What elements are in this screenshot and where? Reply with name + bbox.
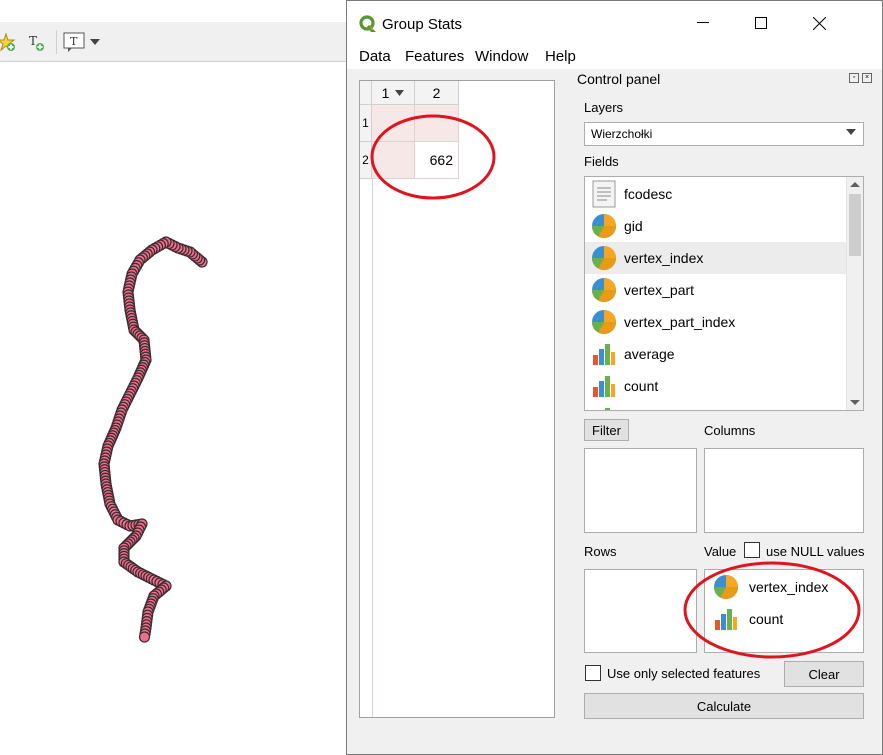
- title-bar: Group Stats: [347, 1, 882, 45]
- minimize-button[interactable]: [674, 1, 732, 45]
- menu-features[interactable]: Features: [405, 48, 464, 65]
- list-item-partial[interactable]: [585, 402, 847, 410]
- list-item[interactable]: gid: [585, 210, 847, 242]
- use-null-label: use NULL values: [766, 544, 865, 559]
- column-header-2[interactable]: 2: [415, 81, 459, 105]
- fields-label: Fields: [584, 154, 619, 169]
- fields-scrollbar[interactable]: [846, 177, 863, 410]
- bar-field-icon: [588, 370, 620, 402]
- svg-text:T: T: [29, 34, 37, 48]
- bar-field-icon: [588, 338, 620, 370]
- list-item[interactable]: count: [710, 603, 783, 635]
- bar-field-icon: [710, 603, 742, 635]
- value-drop-area[interactable]: vertex_index count: [704, 569, 864, 653]
- field-name: vertex_part: [624, 282, 695, 298]
- scroll-down-icon[interactable]: [850, 400, 860, 405]
- add-text-annotation-icon[interactable]: T: [24, 30, 48, 54]
- vertex-point: [138, 631, 151, 643]
- results-table[interactable]: 1 2 1 2 662: [359, 80, 555, 718]
- columns-drop-area[interactable]: [704, 448, 864, 533]
- field-name: vertex_part_index: [624, 314, 736, 330]
- rows-drop-area[interactable]: [584, 569, 697, 653]
- table-cell[interactable]: [415, 105, 459, 142]
- pie-field-icon: [588, 306, 620, 338]
- selected-only-label: Use only selected features: [607, 666, 761, 681]
- map-toolbar: T T: [0, 22, 350, 62]
- list-item[interactable]: vertex_index: [710, 571, 828, 603]
- add-feature-icon[interactable]: [0, 30, 18, 54]
- vertex-points-layer: [98, 236, 208, 643]
- rows-label: Rows: [584, 544, 617, 559]
- scroll-up-icon[interactable]: [850, 182, 860, 187]
- row-header-2[interactable]: 2: [360, 142, 372, 179]
- map-canvas[interactable]: [0, 62, 350, 755]
- field-name: vertex_index: [624, 250, 704, 266]
- close-icon: [812, 16, 826, 30]
- list-item-selected[interactable]: vertex_index: [585, 242, 847, 274]
- scrollbar-thumb[interactable]: [849, 194, 861, 256]
- columns-label: Columns: [704, 423, 756, 438]
- control-panel-title: Control panel: [577, 71, 661, 87]
- pie-field-icon: [588, 210, 620, 242]
- value-label: Value: [704, 544, 737, 559]
- qgis-logo-icon: [359, 15, 377, 36]
- list-item[interactable]: vertex_part: [585, 274, 847, 306]
- maximize-button[interactable]: [732, 1, 790, 45]
- list-item[interactable]: count: [585, 370, 847, 402]
- pie-field-icon: [710, 571, 742, 603]
- svg-text:T: T: [70, 35, 78, 48]
- pie-field-icon: [588, 242, 620, 274]
- menu-help[interactable]: Help: [545, 48, 576, 65]
- column-header-1[interactable]: 1: [372, 81, 415, 105]
- table-corner: [360, 81, 372, 105]
- chevron-down-icon: [846, 129, 856, 135]
- bar-field-icon: [588, 402, 620, 410]
- list-item[interactable]: vertex_part_index: [585, 306, 847, 338]
- text-label-icon[interactable]: T: [62, 30, 86, 54]
- field-name: fcodesc: [624, 186, 673, 202]
- close-button[interactable]: [790, 1, 848, 45]
- fields-list[interactable]: fcodesc gid vertex_index vertex_part ver…: [584, 176, 864, 411]
- list-item[interactable]: average: [585, 338, 847, 370]
- calculate-button[interactable]: Calculate: [584, 693, 864, 719]
- value-field-name: count: [749, 611, 784, 627]
- list-item[interactable]: fcodesc: [585, 178, 847, 210]
- field-name: count: [624, 378, 659, 394]
- value-field-name: vertex_index: [749, 579, 829, 595]
- text-field-icon: [588, 178, 620, 210]
- layers-dropdown-value: Wierzchołki: [591, 127, 653, 141]
- table-cell[interactable]: [372, 142, 415, 179]
- clear-button[interactable]: Clear: [784, 661, 864, 687]
- field-name: gid: [624, 218, 643, 234]
- chevron-down-icon[interactable]: [88, 30, 102, 54]
- sort-arrow-icon: [395, 89, 405, 96]
- row-header-1[interactable]: 1: [360, 105, 372, 142]
- pie-field-icon: [588, 274, 620, 306]
- close-panel-icon[interactable]: ×: [862, 73, 872, 83]
- table-cell[interactable]: [372, 105, 415, 142]
- table-cell-count-value[interactable]: 662: [415, 142, 459, 179]
- use-null-checkbox[interactable]: [744, 542, 760, 558]
- menu-window[interactable]: Window: [475, 48, 528, 65]
- filter-drop-area[interactable]: [584, 448, 697, 533]
- float-panel-icon[interactable]: ▫: [849, 73, 859, 83]
- selected-only-checkbox[interactable]: [585, 665, 601, 681]
- menu-data[interactable]: Data: [359, 48, 391, 65]
- field-name: average: [624, 346, 675, 362]
- menu-bar: Data Features Window Help: [347, 45, 882, 69]
- filter-button[interactable]: Filter: [584, 419, 629, 441]
- window-title: Group Stats: [382, 16, 463, 33]
- table-divider: [372, 179, 373, 717]
- group-stats-window: Group Stats Data Features Window Help 1 …: [346, 0, 883, 755]
- toolbar-divider: [56, 30, 57, 54]
- layers-dropdown[interactable]: Wierzchołki: [584, 122, 864, 146]
- layers-label: Layers: [584, 100, 624, 115]
